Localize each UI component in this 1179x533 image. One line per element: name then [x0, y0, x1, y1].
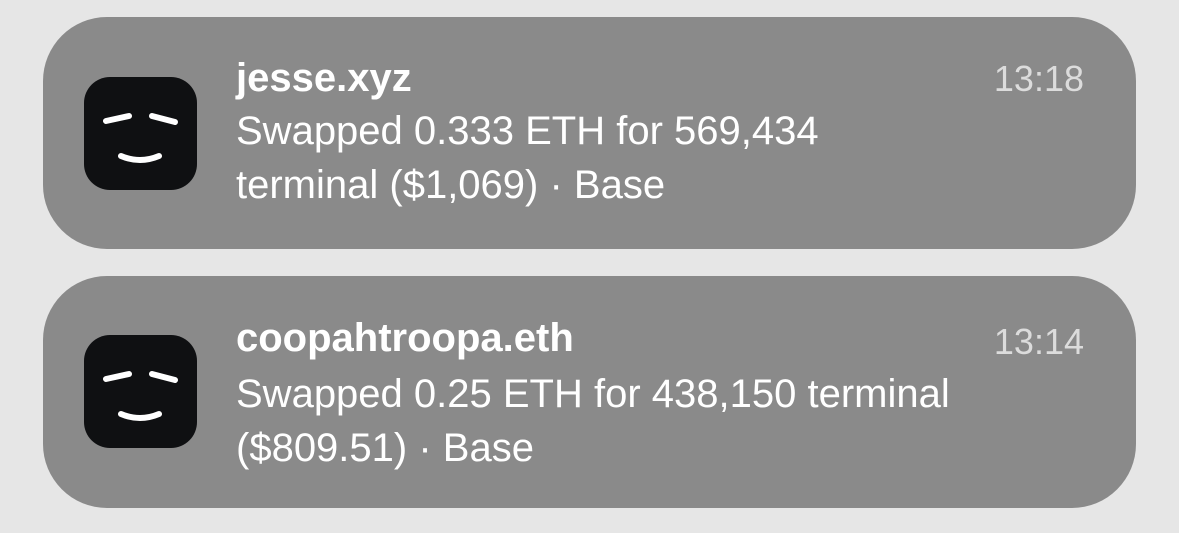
- notification-body-line: ($809.51) · Base: [236, 426, 534, 470]
- notification-title: coopahtroopa.eth: [236, 316, 574, 360]
- notification-time: 13:18: [993, 58, 1084, 99]
- notification-body-line: Swapped 0.25 ETH for 438,150 terminal: [236, 372, 950, 416]
- notification-card[interactable]: coopahtroopa.eth 13:14 Swapped 0.25 ETH …: [43, 276, 1136, 508]
- notification-body-line: terminal ($1,069) · Base: [236, 163, 666, 207]
- smiley-face-app-icon: [84, 77, 197, 190]
- notification-title: jesse.xyz: [236, 56, 412, 100]
- notification-stack: jesse.xyz 13:18 Swapped 0.333 ETH for 56…: [0, 0, 1179, 533]
- smiley-face-app-icon: [84, 335, 197, 448]
- notification-time: 13:14: [993, 321, 1084, 362]
- notification-body: Swapped 0.25 ETH for 438,150 terminal ($…: [236, 367, 1096, 475]
- notification-card[interactable]: jesse.xyz 13:18 Swapped 0.333 ETH for 56…: [43, 17, 1136, 249]
- notification-body: Swapped 0.333 ETH for 569,434 terminal (…: [236, 104, 1096, 212]
- notification-body-line: Swapped 0.333 ETH for 569,434: [236, 109, 819, 153]
